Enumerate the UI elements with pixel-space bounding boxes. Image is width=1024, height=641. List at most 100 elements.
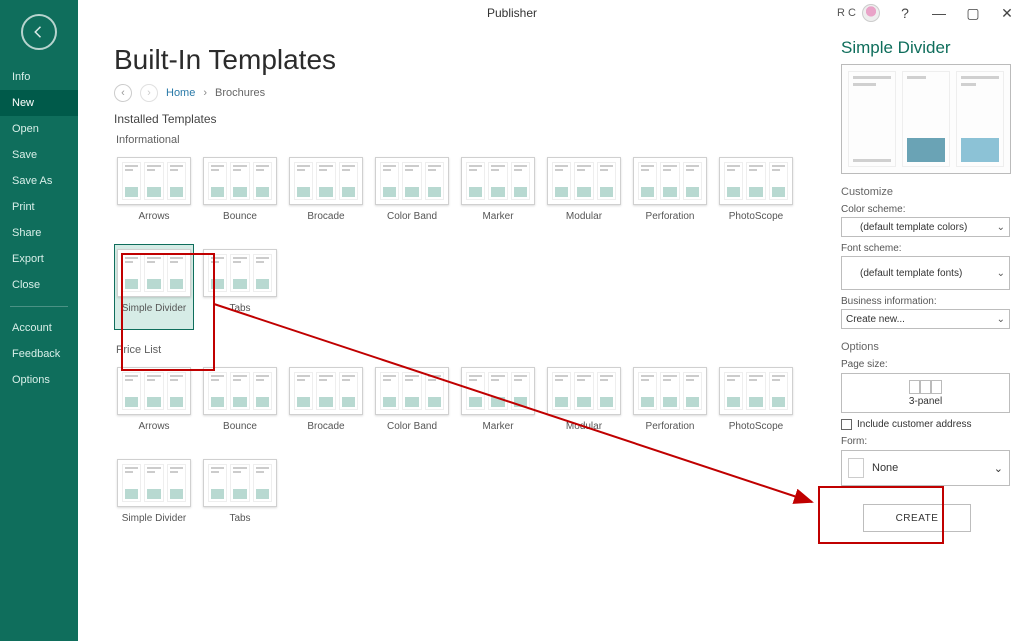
back-arrow-icon [30, 23, 48, 41]
user-account[interactable]: R C [837, 4, 880, 22]
close-button[interactable]: ✕ [990, 0, 1024, 26]
template-label: Brocade [307, 421, 344, 443]
chevron-down-icon: ⌄ [997, 268, 1005, 279]
template-thumb-icon [203, 367, 277, 415]
breadcrumb-back-button[interactable]: ‹ [114, 84, 132, 102]
nav-separator [10, 306, 68, 307]
template-label: Arrows [138, 211, 169, 233]
template-thumb-icon [461, 367, 535, 415]
include-customer-checkbox[interactable]: Include customer address [841, 419, 1010, 430]
page-title: Built-In Templates [114, 44, 816, 76]
template-tile[interactable]: Brocade [286, 152, 366, 238]
template-thumb-icon [289, 157, 363, 205]
template-label: Marker [482, 421, 513, 443]
template-thumb-icon [203, 459, 277, 507]
template-tile[interactable]: Color Band [372, 152, 452, 238]
installed-templates-header: Installed Templates [114, 112, 816, 126]
options-header: Options [841, 341, 1010, 353]
template-tile[interactable]: Arrows [114, 152, 194, 238]
nav-open[interactable]: Open [0, 116, 78, 142]
template-label: Modular [566, 421, 602, 443]
template-tile[interactable]: Brocade [286, 362, 366, 448]
template-label: Tabs [229, 513, 250, 535]
template-tile[interactable]: PhotoScope [716, 152, 796, 238]
template-label: Modular [566, 211, 602, 233]
template-label: Tabs [229, 303, 250, 325]
selected-template-title: Simple Divider [841, 38, 1010, 58]
template-thumb-icon [547, 157, 621, 205]
business-info-label: Business information: [841, 296, 1010, 307]
nav-print[interactable]: Print [0, 194, 78, 220]
include-customer-label: Include customer address [857, 419, 972, 430]
page-size-select[interactable]: 3-panel [841, 373, 1010, 413]
template-tile[interactable]: Bounce [200, 152, 280, 238]
template-thumb-icon [203, 249, 277, 297]
template-tile[interactable]: Tabs [200, 454, 280, 540]
nav-export[interactable]: Export [0, 246, 78, 272]
nav-options[interactable]: Options [0, 367, 78, 393]
template-thumb-icon [719, 367, 793, 415]
template-preview [841, 64, 1011, 174]
breadcrumb-home[interactable]: Home [166, 87, 195, 99]
section-informational: Informational [116, 134, 816, 146]
template-label: Marker [482, 211, 513, 233]
template-tile[interactable]: PhotoScope [716, 362, 796, 448]
template-tile[interactable]: Tabs [200, 244, 280, 330]
form-select[interactable]: None ⌄ [841, 450, 1010, 486]
template-tile[interactable]: Bounce [200, 362, 280, 448]
business-info-value: Create new... [846, 314, 905, 325]
template-thumb-icon [461, 157, 535, 205]
template-thumb-icon [375, 157, 449, 205]
font-scheme-select[interactable]: (default template fonts)⌄ [841, 256, 1010, 290]
nav-feedback[interactable]: Feedback [0, 341, 78, 367]
page-size-value: 3-panel [909, 396, 942, 407]
minimize-button[interactable]: — [922, 0, 956, 26]
template-tile[interactable]: Simple Divider [114, 244, 194, 330]
template-tile[interactable]: Simple Divider [114, 454, 194, 540]
template-label: Bounce [223, 421, 257, 443]
template-details-panel: Simple Divider Customize Color scheme: (… [834, 26, 1024, 641]
template-tile[interactable]: Perforation [630, 152, 710, 238]
user-initials: R C [837, 7, 856, 19]
chevron-down-icon: ⌄ [997, 222, 1005, 233]
help-button[interactable]: ? [888, 0, 922, 26]
template-label: Simple Divider [122, 303, 186, 325]
template-label: Arrows [138, 421, 169, 443]
customize-header: Customize [841, 186, 1010, 198]
template-tile[interactable]: Color Band [372, 362, 452, 448]
business-info-select[interactable]: Create new... ⌄ [841, 309, 1010, 329]
color-scheme-label: Color scheme: [841, 204, 1010, 215]
color-scheme-select[interactable]: (default template colors)⌄ [841, 217, 1010, 237]
breadcrumb-sep: › [203, 87, 207, 99]
template-tile[interactable]: Marker [458, 362, 538, 448]
create-button[interactable]: CREATE [863, 504, 971, 532]
maximize-button[interactable]: ▢ [956, 0, 990, 26]
nav-share[interactable]: Share [0, 220, 78, 246]
template-tile[interactable]: Perforation [630, 362, 710, 448]
chevron-down-icon: ⌄ [997, 314, 1005, 325]
template-label: PhotoScope [729, 421, 784, 443]
template-thumb-icon [117, 249, 191, 297]
back-button[interactable] [21, 14, 57, 50]
template-label: Bounce [223, 211, 257, 233]
nav-account[interactable]: Account [0, 315, 78, 341]
backstage-sidebar: Info New Open Save Save As Print Share E… [0, 0, 78, 641]
nav-save-as[interactable]: Save As [0, 168, 78, 194]
template-label: Brocade [307, 211, 344, 233]
nav-close[interactable]: Close [0, 272, 78, 298]
template-thumb-icon [117, 459, 191, 507]
nav-new[interactable]: New [0, 90, 78, 116]
nav-info[interactable]: Info [0, 64, 78, 90]
section-price-list: Price List [116, 344, 816, 356]
template-thumb-icon [633, 367, 707, 415]
template-tile[interactable]: Arrows [114, 362, 194, 448]
avatar-icon [862, 4, 880, 22]
template-tile[interactable]: Modular [544, 362, 624, 448]
template-tile[interactable]: Modular [544, 152, 624, 238]
nav-save[interactable]: Save [0, 142, 78, 168]
template-label: Perforation [646, 421, 695, 443]
template-thumb-icon [117, 367, 191, 415]
template-tile[interactable]: Marker [458, 152, 538, 238]
font-scheme-label: Font scheme: [841, 243, 1010, 254]
document-icon [848, 458, 864, 478]
